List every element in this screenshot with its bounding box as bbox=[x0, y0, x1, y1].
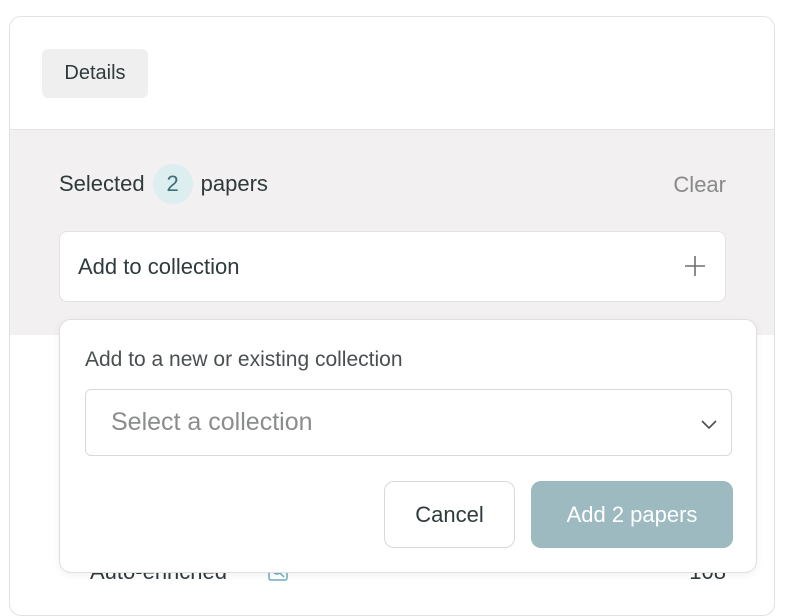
selected-count-badge: 2 bbox=[152, 164, 193, 204]
add-papers-button[interactable]: Add 2 papers bbox=[531, 481, 733, 548]
selected-suffix: papers bbox=[200, 171, 268, 196]
add-to-collection-label: Add to collection bbox=[78, 254, 240, 279]
selected-prefix: Selected bbox=[59, 171, 145, 196]
chevron-down-icon bbox=[701, 420, 717, 430]
add-to-collection-popover: Add to a new or existing collection Sele… bbox=[59, 319, 757, 573]
selection-bar: Selected 2 papers Clear Add to collectio… bbox=[10, 130, 774, 335]
tab-details[interactable]: Details bbox=[42, 49, 148, 98]
panel-header: Details bbox=[10, 17, 774, 130]
collection-select[interactable]: Select a collection bbox=[85, 389, 732, 456]
plus-icon bbox=[685, 256, 705, 276]
collection-select-placeholder: Select a collection bbox=[111, 408, 313, 436]
collection-select-label: Add to a new or existing collection bbox=[85, 348, 403, 371]
add-to-collection-button[interactable]: Add to collection bbox=[59, 231, 726, 302]
cancel-button[interactable]: Cancel bbox=[384, 481, 515, 548]
selection-summary: Selected 2 papers bbox=[59, 162, 268, 206]
clear-selection-button[interactable]: Clear bbox=[673, 172, 726, 198]
